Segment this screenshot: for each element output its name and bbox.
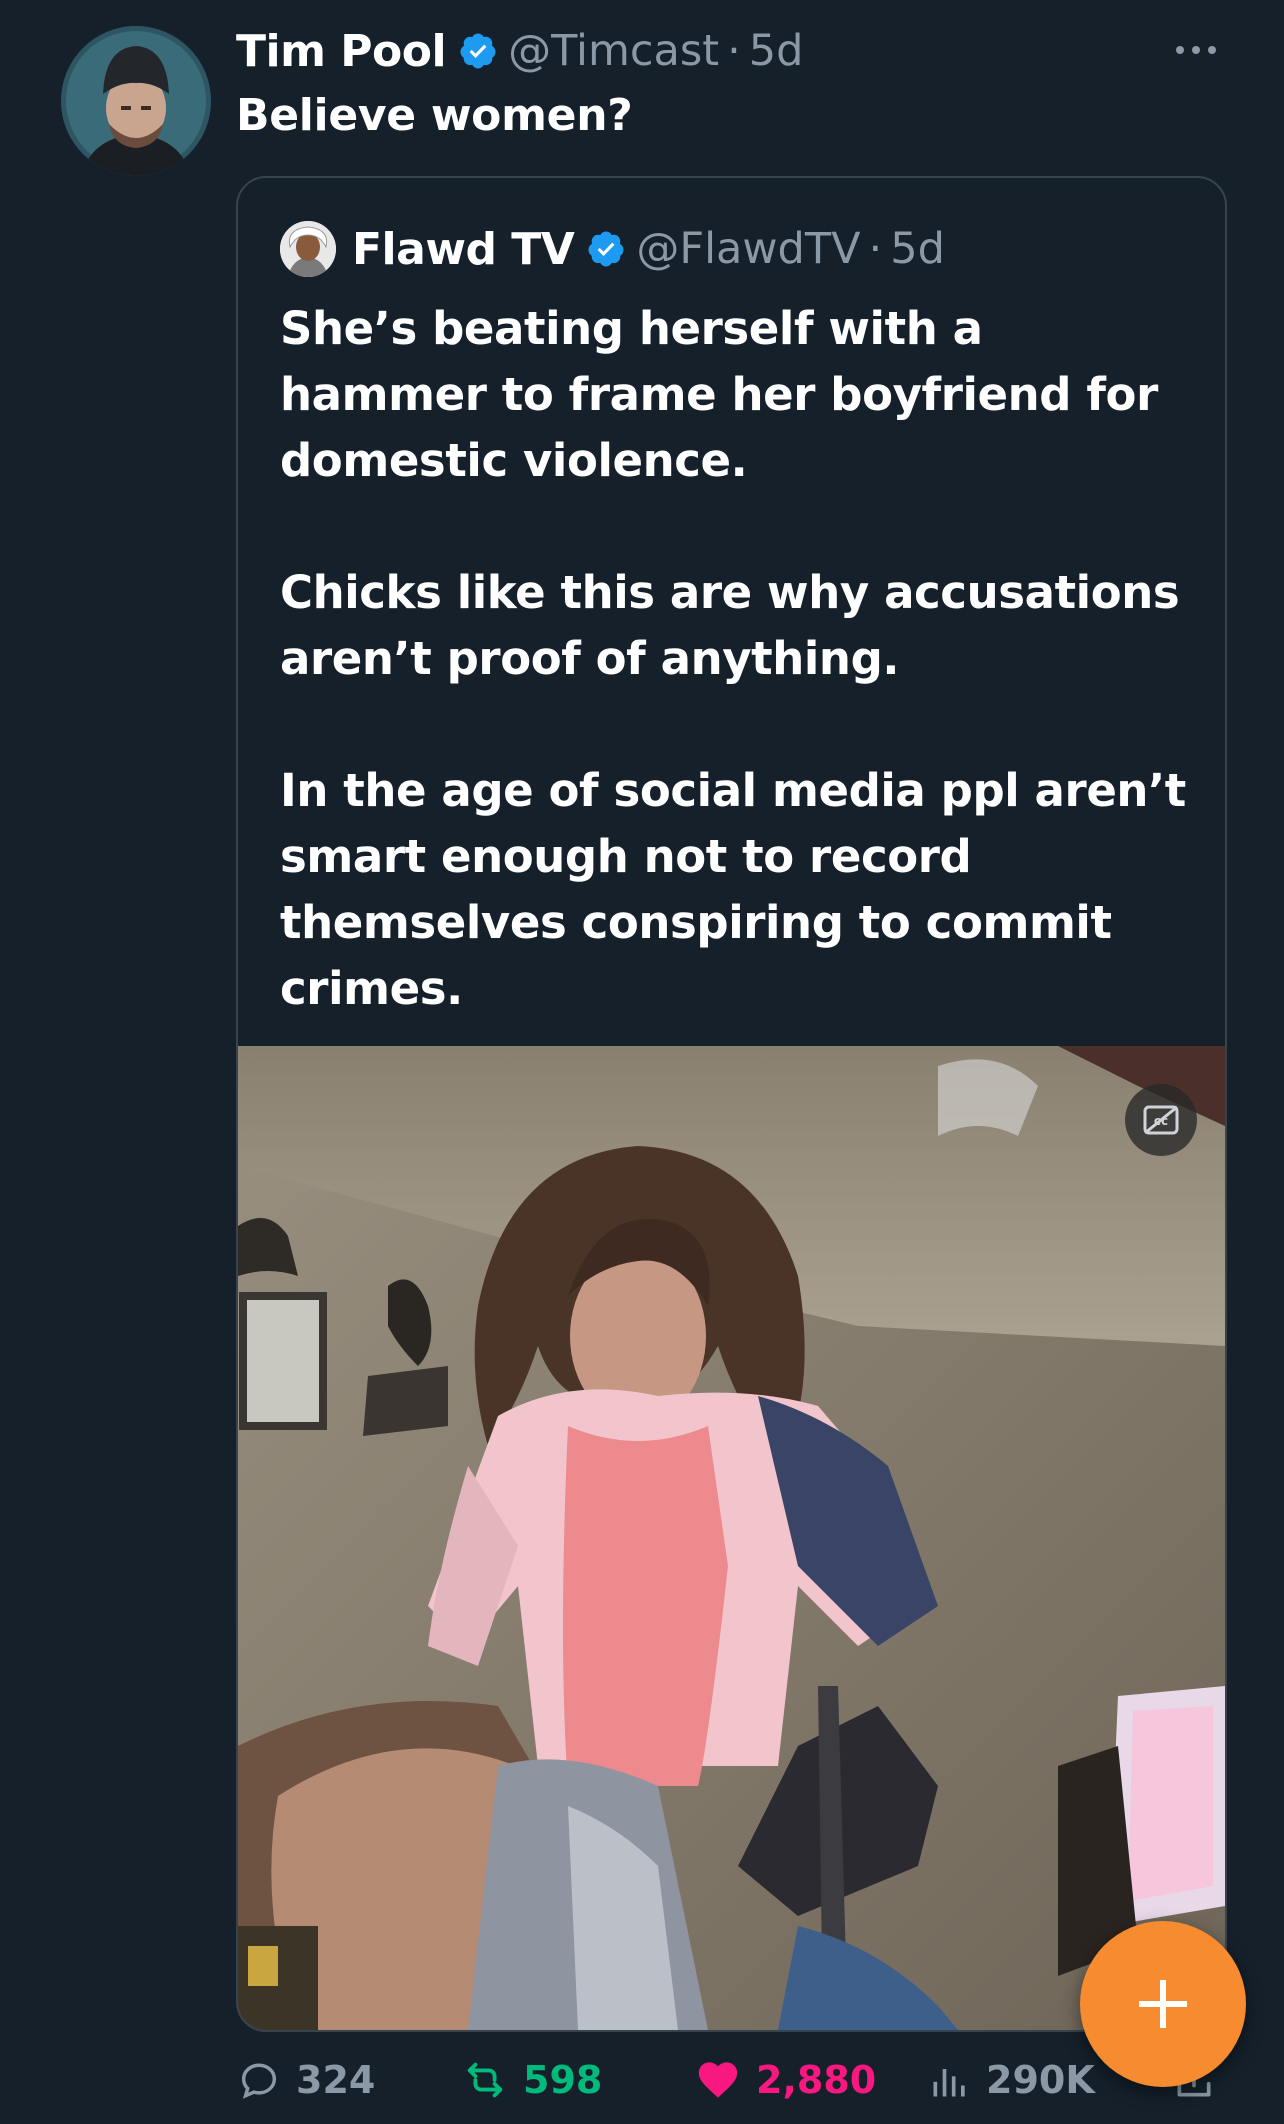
quote-video[interactable]: cc <box>238 1046 1225 2030</box>
reply-count: 324 <box>296 2058 376 2102</box>
verified-badge-icon[interactable] <box>458 31 498 71</box>
author-avatar[interactable] <box>61 26 211 176</box>
post-time[interactable]: 5d <box>749 26 804 76</box>
author-name[interactable]: Tim Pool <box>236 26 447 77</box>
like-icon <box>698 2062 738 2098</box>
compose-plus-icon <box>1139 1980 1187 2028</box>
reply-icon <box>241 2063 277 2099</box>
quote-text: She’s beating herself with a hammer to f… <box>280 302 1186 1015</box>
views-button[interactable]: 290K <box>928 2050 1095 2110</box>
quote-author-handle[interactable]: @FlawdTV <box>636 224 860 274</box>
reply-button[interactable]: 324 <box>236 2050 375 2110</box>
tweet-text: Believe women? <box>236 90 633 141</box>
views-count: 290K <box>986 2058 1095 2102</box>
views-icon <box>933 2069 965 2097</box>
quote-header: Flawd TV @FlawdTV · 5d <box>280 218 945 280</box>
quoted-tweet[interactable]: Flawd TV @FlawdTV · 5d She’s beating her… <box>236 176 1227 2032</box>
repost-count: 598 <box>523 2058 603 2102</box>
meta-separator: · <box>868 224 883 274</box>
more-icon[interactable] <box>1168 30 1224 70</box>
repost-button[interactable]: 598 <box>461 2050 602 2110</box>
verified-badge-icon[interactable] <box>586 229 626 269</box>
like-count: 2,880 <box>756 2058 877 2102</box>
compose-button[interactable] <box>1080 1921 1246 2087</box>
quote-time[interactable]: 5d <box>890 224 945 274</box>
author-handle[interactable]: @Timcast <box>508 26 719 76</box>
repost-icon <box>467 2062 503 2098</box>
post-header: Tim Pool @Timcast · 5d <box>236 20 803 82</box>
meta-separator: · <box>727 26 741 76</box>
action-bar: 324 598 2,880 290K <box>236 2050 1236 2110</box>
tweet[interactable]: Tim Pool @Timcast · 5d Believe women? Fl… <box>0 0 1284 2124</box>
quote-author-name[interactable]: Flawd TV <box>352 224 575 275</box>
quote-author-avatar[interactable] <box>280 221 336 277</box>
like-button[interactable]: 2,880 <box>694 2050 876 2110</box>
closed-captions-icon[interactable]: cc <box>1125 1084 1197 1156</box>
